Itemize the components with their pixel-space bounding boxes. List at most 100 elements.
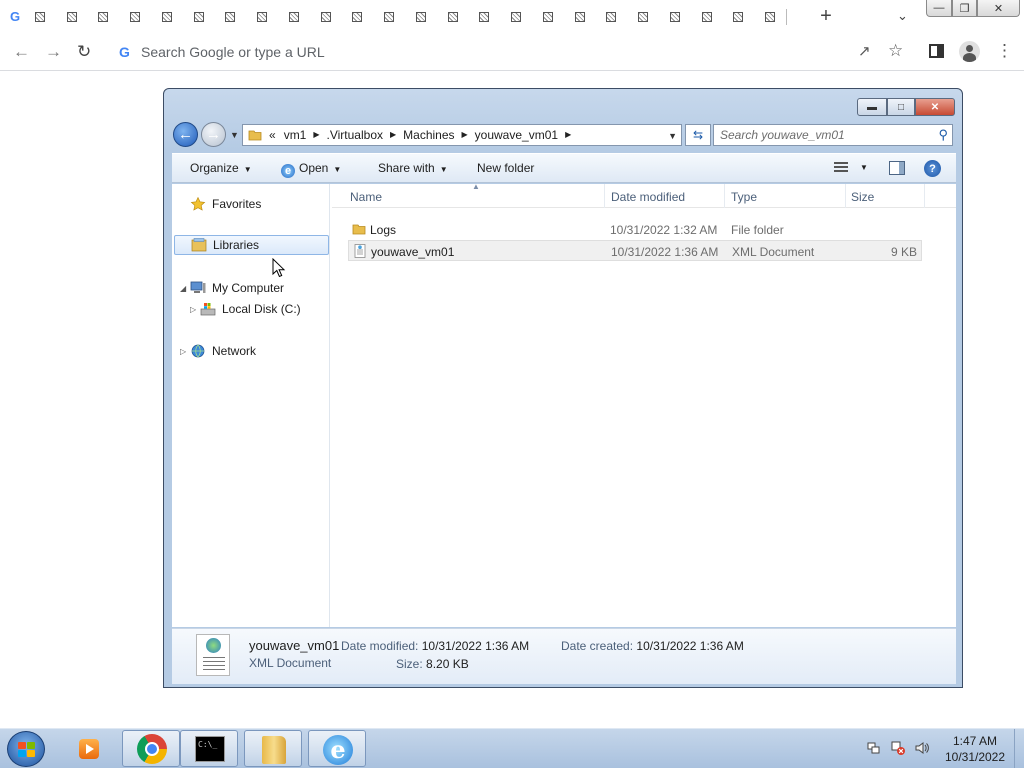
address-input[interactable]	[141, 42, 841, 62]
chevron-right-icon[interactable]: ▶	[387, 128, 399, 142]
expanded-triangle-icon[interactable]: ◢	[180, 284, 190, 293]
view-options-icon[interactable]	[834, 162, 848, 174]
browser-tab[interactable]	[246, 10, 278, 24]
omnibox[interactable]: G ↗ ☆	[109, 38, 919, 66]
browser-tab[interactable]	[119, 10, 151, 24]
column-divider[interactable]	[604, 184, 605, 208]
share-with-button[interactable]: Share with ▼	[378, 161, 448, 175]
show-desktop-button[interactable]	[1014, 729, 1024, 768]
browser-tab[interactable]	[469, 10, 501, 24]
column-header-type[interactable]: Type	[731, 190, 757, 204]
taskbar-media-center[interactable]	[58, 730, 116, 767]
explorer-search-input[interactable]	[720, 128, 930, 142]
browser-tab[interactable]	[56, 10, 88, 24]
chevron-down-icon[interactable]: ▼	[860, 163, 868, 172]
browser-tab[interactable]	[723, 10, 755, 24]
breadcrumb-item[interactable]: Machines	[399, 128, 458, 142]
recent-pages-chevron-icon[interactable]: ▼	[230, 130, 239, 140]
browser-tab[interactable]	[596, 10, 628, 24]
taskbar-chrome[interactable]	[122, 730, 180, 767]
forward-arrow-icon[interactable]: →	[45, 42, 62, 62]
new-tab-icon[interactable]: +	[818, 6, 834, 26]
chevron-right-icon[interactable]: ▶	[459, 128, 471, 142]
nav-item-local-disk[interactable]: ▷ Local Disk (C:)	[190, 299, 301, 319]
close-window-button[interactable]: ✕	[977, 0, 1020, 17]
browser-tab[interactable]	[151, 10, 183, 24]
refresh-icon[interactable]: ⇆	[685, 124, 711, 146]
browser-tab[interactable]	[24, 10, 56, 24]
browser-tab[interactable]	[310, 10, 342, 24]
open-button[interactable]: e Open ▼	[281, 161, 341, 178]
taskbar-explorer[interactable]	[244, 730, 302, 767]
minimize-window-button[interactable]: —	[926, 0, 952, 17]
browser-tab[interactable]	[405, 10, 437, 24]
browser-tab[interactable]	[500, 10, 532, 24]
column-divider[interactable]	[724, 184, 725, 208]
help-icon[interactable]: ?	[924, 160, 941, 177]
column-header-date[interactable]: Date modified	[611, 190, 685, 204]
system-clock[interactable]: 1:47 AM 10/31/2022	[936, 733, 1014, 765]
taskbar-command-prompt[interactable]: C:\_	[180, 730, 238, 767]
chevron-right-icon[interactable]: ▶	[562, 128, 574, 142]
browser-tab[interactable]	[532, 10, 564, 24]
column-header-size[interactable]: Size	[851, 190, 874, 204]
action-center-icon[interactable]	[867, 741, 881, 755]
explorer-window-controls: ▬ □ ✕	[857, 98, 955, 116]
explorer-search-box[interactable]: ⚲	[713, 124, 953, 146]
google-icon[interactable]: G	[10, 9, 20, 24]
nav-item-my-computer[interactable]: ◢ My Computer	[180, 278, 284, 298]
reload-icon[interactable]: ↻	[77, 42, 91, 62]
organize-button[interactable]: Organize ▼	[190, 161, 252, 175]
column-divider[interactable]	[924, 184, 925, 208]
browser-tab[interactable]	[437, 10, 469, 24]
browser-tab[interactable]	[342, 10, 374, 24]
table-row[interactable]: youwave_vm01 10/31/2022 1:36 AM XML Docu…	[348, 240, 922, 261]
share-icon[interactable]: ↗	[858, 42, 871, 60]
nav-item-network[interactable]: ▷ Network	[180, 341, 256, 361]
breadcrumb-overflow[interactable]: «	[265, 128, 280, 142]
nav-item-favorites[interactable]: Favorites	[190, 194, 261, 214]
browser-tab[interactable]	[691, 10, 723, 24]
browser-tab[interactable]	[627, 10, 659, 24]
back-arrow-icon[interactable]: ←	[173, 122, 198, 147]
start-button[interactable]	[7, 731, 45, 767]
column-header-name[interactable]: Name	[350, 190, 382, 204]
browser-tab[interactable]	[564, 10, 596, 24]
nav-item-libraries[interactable]: Libraries	[174, 235, 329, 255]
search-icon[interactable]: ⚲	[938, 127, 948, 143]
side-panel-icon[interactable]	[929, 44, 944, 58]
breadcrumb-item[interactable]: vm1	[280, 128, 311, 142]
table-row[interactable]: Logs 10/31/2022 1:32 AM File folder	[348, 219, 922, 240]
address-history-chevron-icon[interactable]: ▼	[668, 131, 677, 141]
profile-avatar[interactable]	[959, 41, 980, 62]
forward-arrow-icon[interactable]: →	[201, 122, 226, 147]
browser-tab[interactable]	[215, 10, 247, 24]
browser-tab[interactable]	[754, 10, 786, 24]
network-disconnected-icon[interactable]	[891, 741, 905, 755]
browser-tab[interactable]	[373, 10, 405, 24]
breadcrumb-item[interactable]: .Virtualbox	[323, 128, 387, 142]
taskbar-internet-explorer[interactable]: e	[308, 730, 366, 767]
collapsed-triangle-icon[interactable]: ▷	[180, 347, 190, 356]
explorer-maximize-button[interactable]: □	[887, 98, 915, 116]
chevron-down-icon[interactable]: ⌄	[897, 8, 908, 24]
browser-tab[interactable]	[278, 10, 310, 24]
browser-tab[interactable]	[659, 10, 691, 24]
chevron-right-icon[interactable]: ▶	[310, 128, 322, 142]
column-divider[interactable]	[845, 184, 846, 208]
kebab-menu-icon[interactable]: ⋮	[996, 41, 1013, 61]
restore-window-button[interactable]: ❐	[952, 0, 977, 17]
browser-tab[interactable]	[183, 10, 215, 24]
explorer-minimize-button[interactable]: ▬	[857, 98, 887, 116]
volume-icon[interactable]	[915, 741, 929, 755]
explorer-close-button[interactable]: ✕	[915, 98, 955, 116]
new-folder-button[interactable]: New folder	[477, 161, 534, 175]
address-bar[interactable]: « vm1 ▶ .Virtualbox ▶ Machines ▶ youwave…	[242, 124, 682, 146]
collapsed-triangle-icon[interactable]: ▷	[190, 305, 200, 314]
nav-item-label: Favorites	[212, 197, 262, 211]
breadcrumb-item[interactable]: youwave_vm01	[471, 128, 562, 142]
back-arrow-icon[interactable]: ←	[13, 42, 30, 62]
browser-tab[interactable]	[88, 10, 120, 24]
bookmark-star-icon[interactable]: ☆	[888, 41, 903, 61]
preview-pane-icon[interactable]	[889, 161, 905, 175]
